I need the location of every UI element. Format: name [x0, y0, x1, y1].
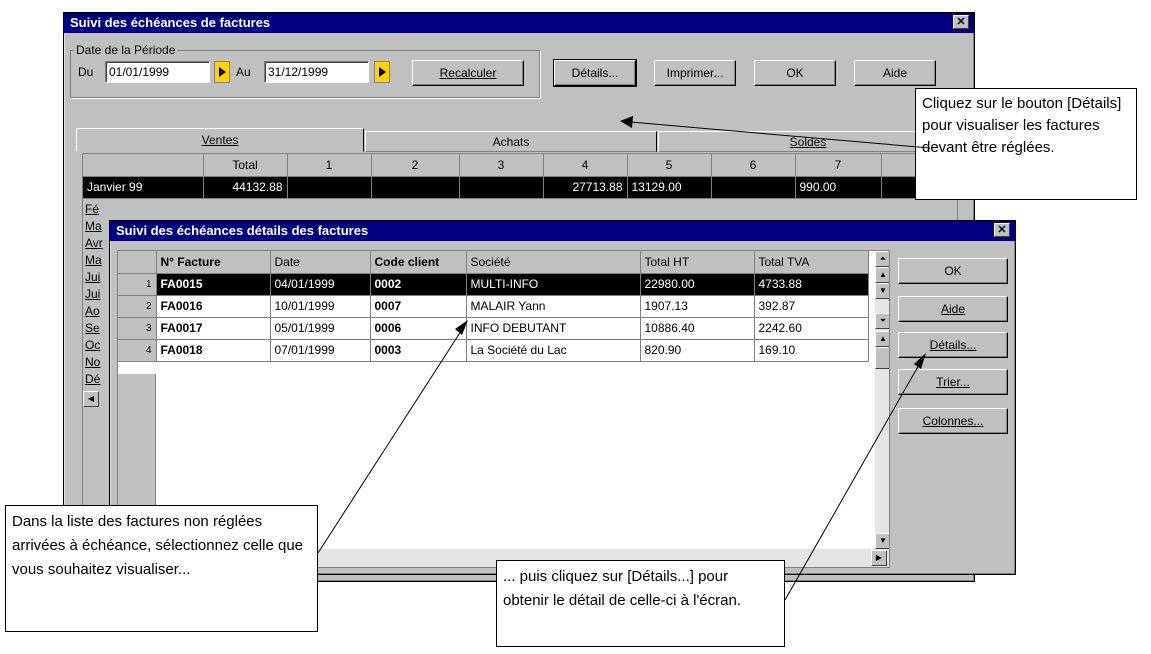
cell-societe: INFO DEBUTANT	[466, 317, 641, 340]
cell-facture: FA0015	[156, 273, 271, 296]
cell-code: 0006	[370, 317, 467, 340]
tab-soldes[interactable]: Soldes	[658, 131, 958, 152]
col-2: 2	[371, 154, 460, 177]
period-group-label: Date de la Période	[74, 43, 178, 57]
col-4: 4	[543, 154, 628, 177]
cell-ht: 1907.13	[640, 295, 755, 318]
header-facture[interactable]: N° Facture	[156, 251, 271, 274]
header-total-tva[interactable]: Total TVA	[754, 251, 869, 274]
cell-code: 0007	[370, 295, 467, 318]
table-row[interactable]: 3 FA0017 05/01/1999 0006 INFO DEBUTANT 1…	[118, 317, 869, 340]
row-number: 4	[118, 339, 157, 362]
scroll-thumb[interactable]	[875, 347, 889, 369]
cell-societe: MULTI-INFO	[466, 273, 641, 296]
header-total-ht[interactable]: Total HT	[640, 251, 755, 274]
details-button[interactable]: Détails...	[553, 59, 637, 87]
scroll-down-icon[interactable]: ▼	[875, 533, 889, 549]
cell-tva: 392.87	[754, 295, 869, 318]
outer-titlebar: Suivi des échéances de factures ✕	[64, 13, 974, 33]
cell-tva: 2242.60	[754, 317, 869, 340]
col-7: 7	[795, 154, 882, 177]
au-arrow-icon[interactable]	[374, 61, 390, 83]
inner-ok-button[interactable]: OK	[898, 258, 1008, 284]
ok-button[interactable]: OK	[754, 60, 836, 86]
imprimer-button[interactable]: Imprimer...	[654, 60, 736, 86]
scroll-left-icon[interactable]: ◀	[83, 391, 99, 407]
row-number: 1	[118, 273, 157, 296]
scroll-page-down-icon[interactable]: ▼	[875, 283, 889, 299]
row-janvier[interactable]: Janvier 99 44132.88 27713.88 13129.00 99…	[83, 176, 940, 199]
recalculer-button[interactable]: Recalculer	[412, 60, 524, 86]
cell-date: 04/01/1999	[270, 273, 371, 296]
tab-ventes[interactable]: Ventes	[76, 128, 364, 152]
cell-date: 10/01/1999	[270, 295, 371, 318]
cell-date: 05/01/1999	[270, 317, 371, 340]
table-row[interactable]: 2 FA0016 10/01/1999 0007 MALAIR Yann 190…	[118, 295, 869, 318]
cell-code: 0002	[370, 273, 467, 296]
month-item[interactable]: Fé	[83, 202, 113, 219]
cell-ht: 10886.40	[640, 317, 755, 340]
au-label: Au	[236, 65, 251, 79]
scroll-top-icon[interactable]: ⏶	[875, 251, 889, 267]
col-5: 5	[627, 154, 712, 177]
outer-title: Suivi des échéances de factures	[70, 15, 271, 30]
row-number: 3	[118, 317, 157, 340]
inner-trier-button[interactable]: Trier...	[898, 369, 1008, 395]
cell-ht: 820.90	[640, 339, 755, 362]
cell-4: 27713.88	[543, 176, 628, 199]
inner-details-button[interactable]: Détails...	[898, 332, 1008, 358]
tab-achats[interactable]: Achats	[365, 131, 657, 152]
callout-top-right: Cliquez sur le bouton [Détails] pour vis…	[915, 88, 1137, 200]
table-row[interactable]: 4 FA0018 07/01/1999 0003 La Société du L…	[118, 339, 869, 362]
cell-5: 13129.00	[627, 176, 712, 199]
aide-button[interactable]: Aide	[854, 60, 936, 86]
callout-bottom-left: Dans la liste des factures non réglées a…	[5, 505, 318, 632]
cell-date: 07/01/1999	[270, 339, 371, 362]
du-arrow-icon[interactable]	[214, 61, 230, 83]
cell-code: 0003	[370, 339, 467, 362]
header-code-client[interactable]: Code client	[370, 251, 467, 274]
close-icon[interactable]: ✕	[994, 223, 1010, 237]
scroll-page-up-icon[interactable]: ▲	[875, 267, 889, 283]
col-3: 3	[459, 154, 544, 177]
cell-ht: 22980.00	[640, 273, 755, 296]
header-societe[interactable]: Société	[466, 251, 641, 274]
au-date-field[interactable]: 31/12/1999	[264, 61, 369, 83]
cell-facture: FA0017	[156, 317, 271, 340]
row-label: Janvier 99	[83, 176, 204, 199]
inner-aide-button[interactable]: Aide	[898, 296, 1008, 322]
close-icon[interactable]: ✕	[953, 15, 969, 29]
du-date-field[interactable]: 01/01/1999	[105, 61, 210, 83]
du-label: Du	[78, 65, 94, 79]
scroll-up-icon[interactable]: ▲	[875, 331, 889, 347]
row-number: 2	[118, 295, 157, 318]
cell-7: 990.00	[795, 176, 882, 199]
inner-colonnes-button[interactable]: Colonnes...	[898, 408, 1008, 434]
cell-facture: FA0018	[156, 339, 271, 362]
cell-tva: 169.10	[754, 339, 869, 362]
scroll-right-icon[interactable]: ▶	[871, 550, 887, 566]
cell-societe: MALAIR Yann	[466, 295, 641, 318]
inner-title: Suivi des échéances détails des factures	[116, 223, 369, 238]
cell-total: 44132.88	[203, 176, 288, 199]
scroll-bottom-icon[interactable]: ⏷	[875, 313, 889, 329]
cell-tva: 4733.88	[754, 273, 869, 296]
col-1: 1	[287, 154, 372, 177]
col-total: Total	[203, 154, 288, 177]
inner-titlebar: Suivi des échéances détails des factures…	[110, 221, 1015, 241]
table-row[interactable]: 1 FA0015 04/01/1999 0002 MULTI-INFO 2298…	[118, 273, 869, 296]
header-date[interactable]: Date	[270, 251, 371, 274]
cell-societe: La Société du Lac	[466, 339, 641, 362]
cell-facture: FA0016	[156, 295, 271, 318]
callout-bottom-mid: ... puis cliquez sur [Détails...] pour o…	[496, 560, 785, 647]
col-6: 6	[711, 154, 796, 177]
